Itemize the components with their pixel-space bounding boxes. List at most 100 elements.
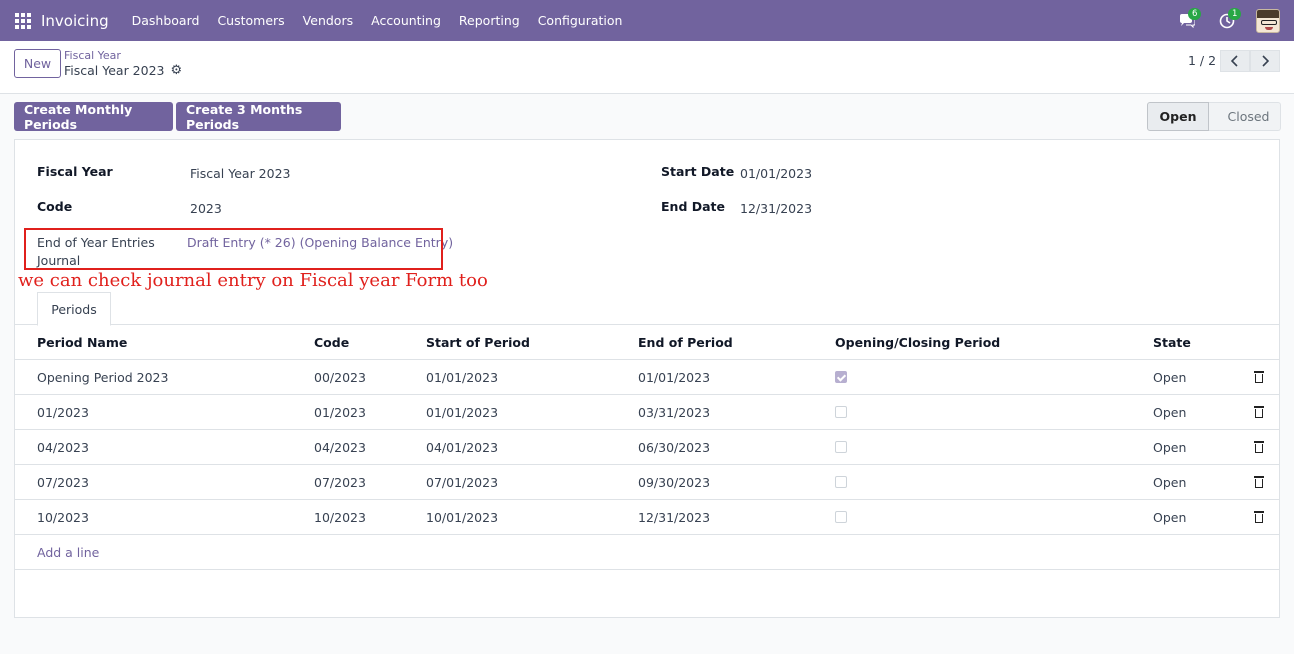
action-bar: Create Monthly Periods Create 3 Months P… <box>0 94 1294 139</box>
notebook-tabs: Periods <box>15 292 1279 326</box>
opening-period-checkbox[interactable] <box>835 406 847 418</box>
start-date-field[interactable]: 01/01/2023 <box>740 166 812 181</box>
apps-menu-icon[interactable] <box>15 12 31 29</box>
delete-row-cell <box>1254 465 1264 499</box>
end-date-field[interactable]: 12/31/2023 <box>740 201 812 216</box>
opening-period-checkbox-cell <box>835 360 847 394</box>
create-monthly-periods-button[interactable]: Create Monthly Periods <box>14 102 173 132</box>
period-state-cell: Open <box>1153 509 1187 525</box>
add-line-link[interactable]: Add a line <box>37 535 99 569</box>
period-code-cell[interactable]: 07/2023 <box>314 465 366 499</box>
period-start-cell[interactable]: 07/01/2023 <box>426 465 498 499</box>
delete-row-cell <box>1254 500 1264 534</box>
create-quarterly-periods-button[interactable]: Create 3 Months Periods <box>176 102 341 132</box>
breadcrumb-parent[interactable]: Fiscal Year <box>64 49 121 62</box>
fiscal-year-field[interactable]: Fiscal Year 2023 <box>190 166 291 181</box>
annotation-text: we can check journal entry on Fiscal yea… <box>18 270 488 291</box>
opening-period-checkbox-cell <box>835 500 847 534</box>
delete-row-cell <box>1254 430 1264 464</box>
table-row[interactable]: Opening Period 2023 00/2023 01/01/2023 0… <box>15 360 1279 395</box>
column-code[interactable]: Code <box>314 325 349 359</box>
pager-value[interactable]: 1 / 2 <box>1188 53 1216 68</box>
opening-period-checkbox[interactable] <box>835 371 847 383</box>
period-end-cell[interactable]: 03/31/2023 <box>638 395 710 429</box>
period-code-cell[interactable]: 10/2023 <box>314 500 366 534</box>
period-name-cell[interactable]: 07/2023 <box>37 465 89 499</box>
messages-icon[interactable]: 6 <box>1176 7 1202 32</box>
trash-icon[interactable] <box>1254 441 1264 453</box>
table-row[interactable]: 10/2023 10/2023 10/01/2023 12/31/2023 Op… <box>15 500 1279 535</box>
column-state[interactable]: State <box>1153 325 1191 359</box>
table-row[interactable]: 07/2023 07/2023 07/01/2023 09/30/2023 Op… <box>15 465 1279 500</box>
pager-previous-button[interactable] <box>1220 50 1250 72</box>
status-closed[interactable]: Closed <box>1209 102 1281 131</box>
period-end-cell[interactable]: 01/01/2023 <box>638 360 710 394</box>
trash-icon[interactable] <box>1254 406 1264 418</box>
period-code-cell[interactable]: 00/2023 <box>314 360 366 394</box>
new-button[interactable]: New <box>14 49 61 78</box>
app-name[interactable]: Invoicing <box>41 12 109 30</box>
column-end-of-period[interactable]: End of Period <box>638 325 733 359</box>
start-date-label: Start Date <box>661 164 735 179</box>
control-panel: New Fiscal Year Fiscal Year 2023 ⚙ 1 / 2 <box>0 41 1294 94</box>
column-opening-closing[interactable]: Opening/Closing Period <box>835 325 1000 359</box>
code-field[interactable]: 2023 <box>190 201 222 216</box>
trash-icon[interactable] <box>1254 511 1264 523</box>
period-start-cell[interactable]: 01/01/2023 <box>426 360 498 394</box>
end-date-label: End Date <box>661 199 726 214</box>
period-state-cell: Open <box>1153 369 1187 385</box>
period-start-cell[interactable]: 10/01/2023 <box>426 500 498 534</box>
period-state-cell: Open <box>1153 439 1187 455</box>
menu-dashboard[interactable]: Dashboard <box>132 13 200 28</box>
activities-badge: 1 <box>1228 7 1242 20</box>
period-name-cell[interactable]: 01/2023 <box>37 395 89 429</box>
menu-accounting[interactable]: Accounting <box>371 13 441 28</box>
menu-customers[interactable]: Customers <box>217 13 284 28</box>
status-open[interactable]: Open <box>1147 102 1209 131</box>
table-row[interactable]: 01/2023 01/2023 01/01/2023 03/31/2023 Op… <box>15 395 1279 430</box>
column-period-name[interactable]: Period Name <box>37 325 127 359</box>
opening-period-checkbox-cell <box>835 430 847 464</box>
period-state-cell: Open <box>1153 474 1187 490</box>
period-end-cell[interactable]: 12/31/2023 <box>638 500 710 534</box>
add-line-row: Add a line <box>15 535 1279 570</box>
user-avatar[interactable] <box>1256 8 1280 33</box>
period-name-cell[interactable]: Opening Period 2023 <box>37 360 168 394</box>
messages-badge: 6 <box>1188 7 1202 20</box>
gear-icon[interactable]: ⚙ <box>171 63 183 78</box>
period-state-cell: Open <box>1153 404 1187 420</box>
menu-vendors[interactable]: Vendors <box>303 13 353 28</box>
annotation-highlight-box <box>24 228 443 270</box>
trash-icon[interactable] <box>1254 371 1264 383</box>
trash-icon[interactable] <box>1254 476 1264 488</box>
column-start-of-period[interactable]: Start of Period <box>426 325 530 359</box>
chevron-left-icon <box>1231 55 1238 67</box>
code-label: Code <box>37 199 73 214</box>
period-end-cell[interactable]: 09/30/2023 <box>638 465 710 499</box>
breadcrumb-current-label: Fiscal Year 2023 <box>64 63 165 78</box>
top-navbar: Invoicing Dashboard Customers Vendors Ac… <box>0 0 1294 41</box>
tab-periods[interactable]: Periods <box>37 292 111 326</box>
period-start-cell[interactable]: 01/01/2023 <box>426 395 498 429</box>
period-start-cell[interactable]: 04/01/2023 <box>426 430 498 464</box>
period-name-cell[interactable]: 04/2023 <box>37 430 89 464</box>
opening-period-checkbox[interactable] <box>835 511 847 523</box>
period-code-cell[interactable]: 04/2023 <box>314 430 366 464</box>
opening-period-checkbox[interactable] <box>835 441 847 453</box>
form-sheet: Fiscal Year Fiscal Year 2023 Code 2023 S… <box>14 139 1280 618</box>
pager-next-button[interactable] <box>1250 50 1280 72</box>
period-name-cell[interactable]: 10/2023 <box>37 500 89 534</box>
statusbar: Open Closed <box>1147 102 1281 131</box>
activities-clock-icon[interactable]: 1 <box>1216 7 1242 32</box>
table-row[interactable]: 04/2023 04/2023 04/01/2023 06/30/2023 Op… <box>15 430 1279 465</box>
breadcrumb-current: Fiscal Year 2023 ⚙ <box>64 63 182 78</box>
fiscal-year-label: Fiscal Year <box>37 164 113 179</box>
delete-row-cell <box>1254 360 1264 394</box>
opening-period-checkbox[interactable] <box>835 476 847 488</box>
period-end-cell[interactable]: 06/30/2023 <box>638 430 710 464</box>
opening-period-checkbox-cell <box>835 395 847 429</box>
chevron-right-icon <box>1262 55 1269 67</box>
menu-configuration[interactable]: Configuration <box>538 13 623 28</box>
menu-reporting[interactable]: Reporting <box>459 13 520 28</box>
period-code-cell[interactable]: 01/2023 <box>314 395 366 429</box>
